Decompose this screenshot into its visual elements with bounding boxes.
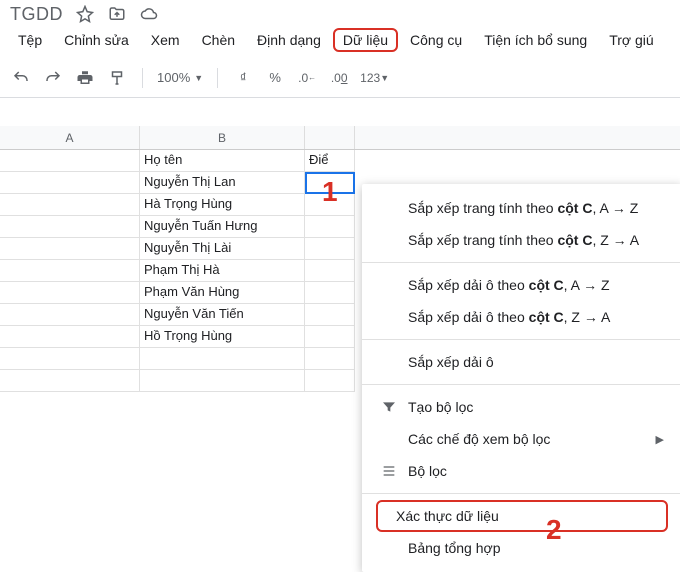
cell[interactable]: Hồ Trọng Hùng <box>140 326 305 348</box>
column-header-C[interactable] <box>305 126 355 149</box>
move-folder-icon[interactable] <box>107 4 127 24</box>
cell[interactable] <box>305 216 355 238</box>
paint-format-icon[interactable] <box>106 66 128 90</box>
menu-separator <box>362 384 680 385</box>
menu-separator <box>362 493 680 494</box>
submenu-arrow-icon: ▶ <box>656 433 664 446</box>
cell[interactable]: Hà Trọng Hùng <box>140 194 305 216</box>
menu-file[interactable]: Tệp <box>8 28 52 52</box>
cell[interactable] <box>305 238 355 260</box>
zoom-control[interactable]: 100% ▼ <box>157 70 203 85</box>
cell[interactable] <box>0 370 140 392</box>
main-area: A B Họ tên Điể Nguyễn Thị Lan Hà Trọng H… <box>0 126 680 392</box>
cell[interactable] <box>140 370 305 392</box>
menu-view[interactable]: Xem <box>141 28 190 52</box>
header-cell-name[interactable]: Họ tên <box>140 150 305 172</box>
table-row: Họ tên Điể <box>0 150 680 172</box>
menu-create-filter[interactable]: Tạo bộ lọc <box>362 391 680 423</box>
cell[interactable] <box>305 260 355 282</box>
menu-sort-range[interactable]: Sắp xếp dải ô <box>362 346 680 378</box>
doc-title[interactable]: TGDD <box>10 4 63 25</box>
menu-separator <box>362 262 680 263</box>
menu-tools[interactable]: Công cụ <box>400 28 472 52</box>
menu-format[interactable]: Định dạng <box>247 28 331 52</box>
zoom-value: 100% <box>157 70 190 85</box>
data-menu-dropdown: Sắp xếp trang tính theo cột C, A → Z Sắp… <box>362 184 680 572</box>
menu-edit[interactable]: Chỉnh sửa <box>54 28 139 52</box>
cell[interactable]: Phạm Văn Hùng <box>140 282 305 304</box>
divider <box>142 68 143 88</box>
cell[interactable] <box>305 348 355 370</box>
star-icon[interactable] <box>75 4 95 24</box>
cell[interactable] <box>0 260 140 282</box>
increase-decimal[interactable]: .00 <box>328 66 350 90</box>
cloud-icon[interactable] <box>139 4 159 24</box>
cell[interactable] <box>0 216 140 238</box>
cell[interactable] <box>0 172 140 194</box>
menu-filter-views[interactable]: Các chế độ xem bộ lọc ▶ <box>362 423 680 455</box>
cell[interactable]: Nguyễn Thị Lan <box>140 172 305 194</box>
column-headers: A B <box>0 126 680 150</box>
menu-addons[interactable]: Tiện ích bổ sung <box>474 28 597 52</box>
cell[interactable] <box>0 326 140 348</box>
format-percent[interactable]: % <box>264 66 286 90</box>
cell[interactable]: Nguyễn Văn Tiến <box>140 304 305 326</box>
divider <box>217 68 218 88</box>
cell[interactable] <box>140 348 305 370</box>
redo-icon[interactable] <box>42 66 64 90</box>
cell[interactable] <box>0 238 140 260</box>
slicer-icon <box>380 463 398 479</box>
menu-insert[interactable]: Chèn <box>192 28 245 52</box>
toolbar: 100% ▼ ₫ % .0← .00 123▼ <box>0 58 680 98</box>
cell[interactable]: Nguyễn Thị Lài <box>140 238 305 260</box>
format-123[interactable]: 123▼ <box>360 66 389 90</box>
menu-help[interactable]: Trợ giú <box>599 28 663 52</box>
menu-separator <box>362 339 680 340</box>
menu-data[interactable]: Dữ liệu <box>333 28 398 52</box>
column-header-B[interactable]: B <box>140 126 305 149</box>
cell[interactable] <box>305 282 355 304</box>
cell[interactable] <box>305 370 355 392</box>
cell[interactable] <box>305 326 355 348</box>
cell[interactable] <box>0 150 140 172</box>
caret-down-icon: ▼ <box>194 73 203 83</box>
decrease-decimal[interactable]: .0← <box>296 66 318 90</box>
cell[interactable] <box>0 194 140 216</box>
callout-1: 1 <box>322 176 338 208</box>
menu-sort-range-za[interactable]: Sắp xếp dải ô theo cột C, Z → A <box>362 301 680 333</box>
menu-sort-range-az[interactable]: Sắp xếp dải ô theo cột C, A → Z <box>362 269 680 301</box>
menubar: Tệp Chỉnh sửa Xem Chèn Định dạng Dữ liệu… <box>0 26 680 58</box>
menu-slicer[interactable]: Bộ lọc <box>362 455 680 487</box>
cell[interactable]: Nguyễn Tuấn Hưng <box>140 216 305 238</box>
cell[interactable] <box>0 304 140 326</box>
format-currency[interactable]: ₫ <box>232 66 254 90</box>
column-header-A[interactable]: A <box>0 126 140 149</box>
filter-icon <box>380 399 398 415</box>
cell[interactable] <box>305 304 355 326</box>
header-cell-score[interactable]: Điể <box>305 150 355 172</box>
menu-data-validation[interactable]: Xác thực dữ liệu <box>376 500 668 532</box>
cell[interactable] <box>0 282 140 304</box>
undo-icon[interactable] <box>10 66 32 90</box>
menu-sort-sheet-az[interactable]: Sắp xếp trang tính theo cột C, A → Z <box>362 192 680 224</box>
cell[interactable] <box>0 348 140 370</box>
title-bar: TGDD <box>0 0 680 26</box>
menu-sort-sheet-za[interactable]: Sắp xếp trang tính theo cột C, Z → A <box>362 224 680 256</box>
print-icon[interactable] <box>74 66 96 90</box>
callout-2: 2 <box>546 514 562 546</box>
cell[interactable]: Phạm Thị Hà <box>140 260 305 282</box>
menu-pivot-table[interactable]: Bảng tổng hợp <box>362 532 680 564</box>
